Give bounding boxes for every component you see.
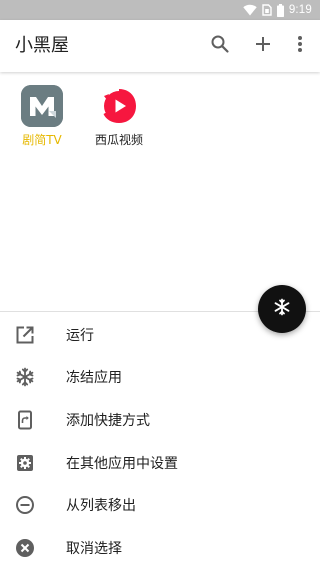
battery-icon	[276, 3, 284, 17]
page-title: 小黑屋	[15, 35, 69, 56]
settings-gear-icon	[14, 452, 36, 474]
status-bar: 9:19	[0, 0, 320, 20]
menu-item-settings-in-other-app[interactable]: 在其他应用中设置	[0, 443, 320, 483]
menu-item-label: 从列表移出	[66, 498, 136, 514]
snowflake-icon	[14, 366, 36, 388]
sim-icon	[262, 4, 272, 16]
xigua-video-logo	[98, 85, 140, 127]
app-item-xigua-video[interactable]: 西瓜视频	[84, 85, 154, 147]
jujian-tv-logo	[21, 85, 63, 127]
wifi-icon	[243, 4, 257, 16]
menu-item-label: 在其他应用中设置	[66, 456, 178, 472]
app-item-jujian-tv[interactable]: 剧简TV	[7, 85, 77, 147]
menu-item-remove-from-list[interactable]: 从列表移出	[0, 485, 320, 525]
menu-item-label: 添加快捷方式	[66, 413, 150, 429]
menu-item-label: 冻结应用	[66, 370, 122, 386]
search-button[interactable]	[208, 34, 232, 58]
freeze-fab-button[interactable]	[258, 285, 306, 333]
menu-item-label: 运行	[66, 328, 94, 344]
menu-item-deselect[interactable]: 取消选择	[0, 528, 320, 568]
status-time: 9:19	[288, 4, 312, 16]
menu-item-freeze[interactable]: 冻结应用	[0, 357, 320, 397]
bottom-sheet-menu: 运行 冻结应用 添加快捷方式 在其他应用中设置 从列表移出 取消选择	[0, 311, 320, 568]
remove-circle-icon	[14, 494, 36, 516]
more-vert-icon	[297, 35, 303, 57]
add-shortcut-icon	[14, 409, 36, 431]
menu-item-add-shortcut[interactable]: 添加快捷方式	[0, 400, 320, 440]
app-label: 西瓜视频	[94, 133, 143, 147]
menu-item-label: 取消选择	[66, 541, 122, 557]
search-icon	[210, 34, 230, 58]
cancel-circle-icon	[14, 537, 36, 559]
snowflake-icon	[273, 298, 291, 320]
app-screen: 9:19 小黑屋 剧简TV 西瓜视频 运行 冻结应用 添加快捷方式 在其他应用中…	[0, 0, 320, 568]
add-button[interactable]	[251, 34, 275, 58]
more-options-button[interactable]	[288, 34, 312, 58]
add-icon	[254, 35, 272, 57]
open-external-icon	[14, 324, 36, 346]
app-bar: 小黑屋	[0, 20, 320, 72]
app-label: 剧简TV	[22, 133, 62, 147]
